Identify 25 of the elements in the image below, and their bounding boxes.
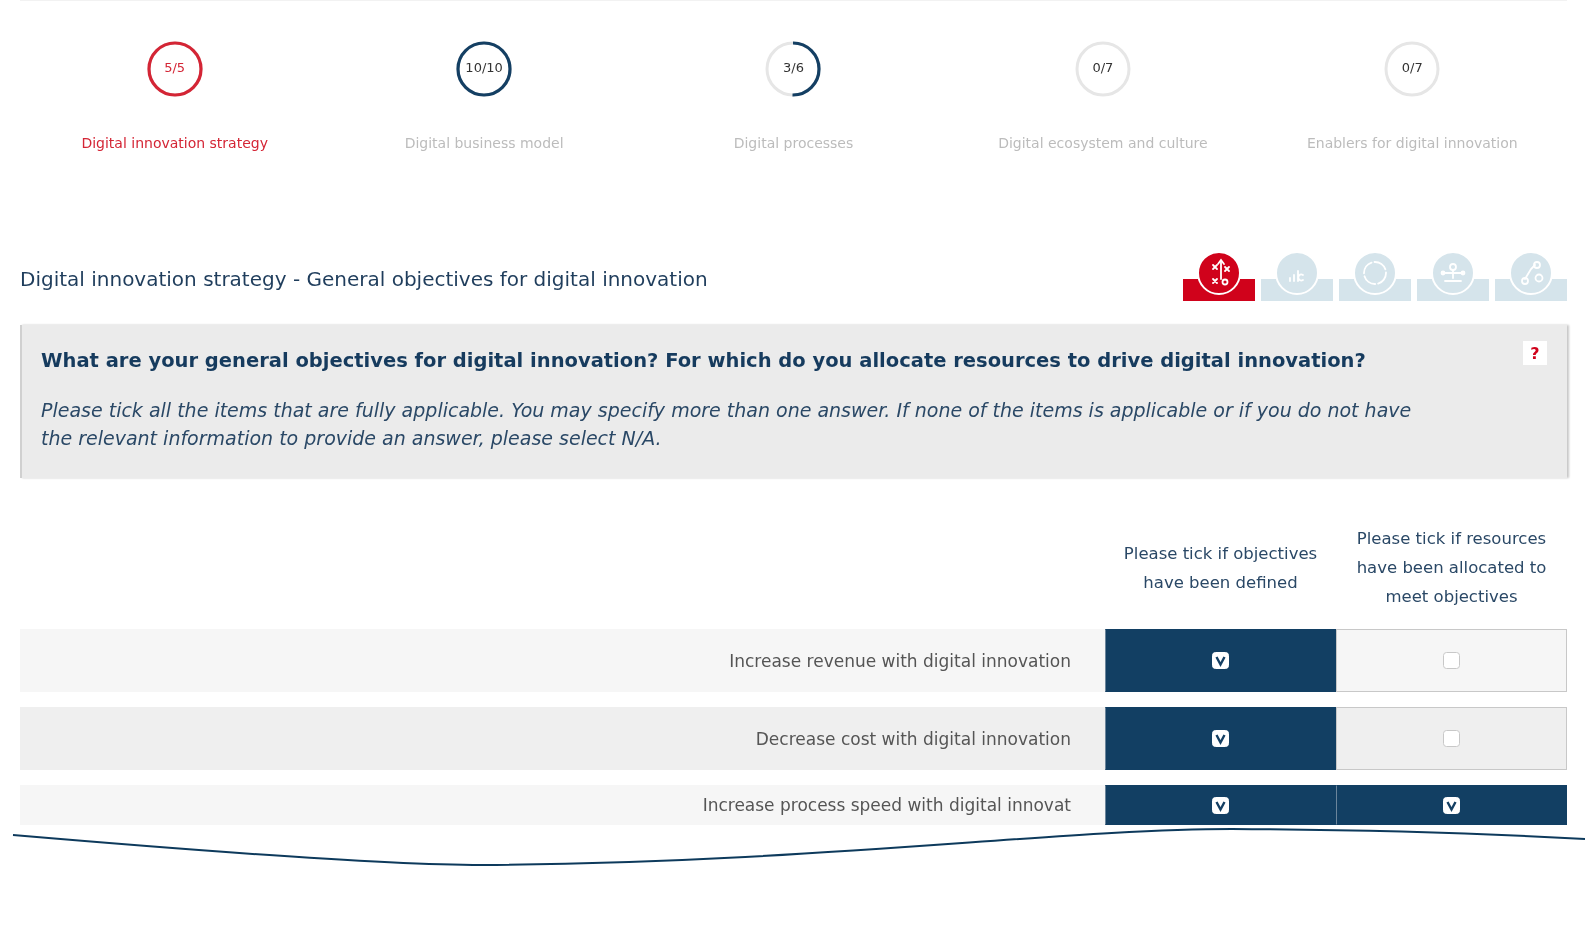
step-count: 0/7 <box>1401 60 1423 75</box>
step-count: 0/7 <box>1092 60 1114 75</box>
step-count: 10/10 <box>465 60 503 75</box>
progress-ring[interactable] <box>145 40 204 98</box>
play-diagram-tab[interactable] <box>1183 251 1255 301</box>
step-count: 5/5 <box>164 60 186 75</box>
row-label: Increase revenue with digital innovation <box>729 650 1071 671</box>
help-button[interactable]: ? <box>1523 341 1547 365</box>
checkbox[interactable] <box>1443 730 1460 747</box>
instructions: Please tick all the items that are fully applicable. You may specify more than one answer. If none of the items is applicable or if you do not have the relevant information to provide an answer, please select N/A. <box>41 398 1413 451</box>
step-label[interactable]: Digital innovation strategy <box>81 135 268 151</box>
column-header: Please tick if resources have been allocated to meet objectives <box>1355 528 1548 608</box>
step-label[interactable]: Enablers for digital innovation <box>1306 135 1518 151</box>
row-label: Decrease cost with digital innovation <box>755 728 1071 749</box>
progress-ring[interactable] <box>764 40 823 98</box>
section-title: Digital innovation strategy - General objectives for digital innovation <box>20 267 708 293</box>
step-label[interactable]: Digital processes <box>733 135 854 151</box>
row-label: Increase process speed with digital innovat <box>702 795 1071 815</box>
question-title: What are your general objectives for digital innovation? For which do you allocate resources to drive digital innovation? <box>41 349 1366 372</box>
progress-ring[interactable] <box>455 40 514 98</box>
column-header: Please tick if objectives have been defined <box>1122 542 1319 594</box>
step-label[interactable]: Digital business model <box>404 135 564 151</box>
step-count: 3/6 <box>783 60 804 75</box>
step-label[interactable]: Digital ecosystem and culture <box>998 135 1208 151</box>
checkbox[interactable] <box>1443 652 1460 669</box>
